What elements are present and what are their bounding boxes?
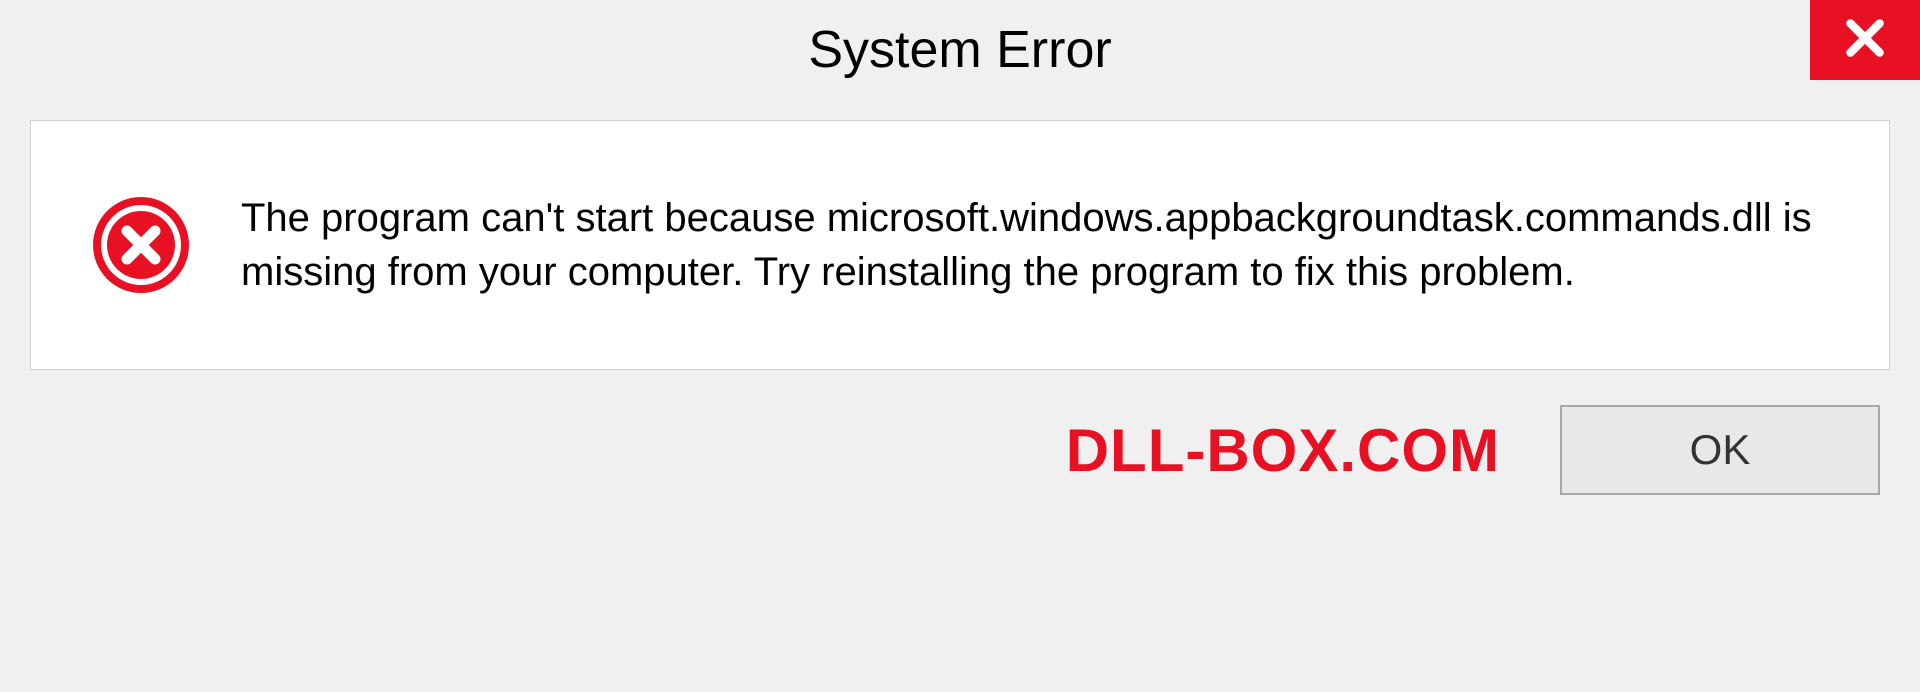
- dialog-title: System Error: [808, 20, 1111, 80]
- ok-button-label: OK: [1690, 426, 1751, 474]
- watermark-text: DLL-BOX.COM: [1066, 416, 1500, 485]
- content-panel: The program can't start because microsof…: [30, 120, 1890, 370]
- close-icon: [1843, 16, 1887, 65]
- titlebar: System Error: [0, 0, 1920, 100]
- close-button[interactable]: [1810, 0, 1920, 80]
- ok-button[interactable]: OK: [1560, 405, 1880, 495]
- dialog-footer: DLL-BOX.COM OK: [0, 370, 1920, 495]
- error-icon: [91, 195, 191, 295]
- error-message: The program can't start because microsof…: [241, 191, 1829, 299]
- error-dialog: System Error The program can't start bec…: [0, 0, 1920, 692]
